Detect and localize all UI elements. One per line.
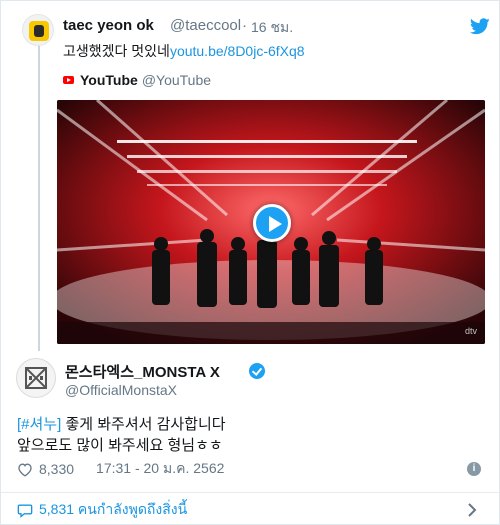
monstax-logo <box>25 367 47 389</box>
embedded-tweet-card: taec yeon ok @taeccool · 16 ชม. 고생했겠다 멋있… <box>0 0 500 525</box>
reply-text-rest: 좋게 봐주셔서 감사합니다 <box>61 416 226 433</box>
thread-connector-line <box>38 45 40 351</box>
reply-text-line-1: [#셔누] 좋게 봐주셔서 감사합니다 <box>17 413 226 434</box>
video-player[interactable]: dtv <box>57 100 485 344</box>
reply-handle[interactable]: @OfficialMonstaX <box>65 382 177 398</box>
conversation-count-text: 5,831 คนกำลังพูดถึงสิ่งนี้ <box>39 501 188 517</box>
info-icon[interactable]: i <box>467 462 481 476</box>
parent-text: 고생했겠다 멋있네 <box>63 43 170 59</box>
parent-tweet[interactable]: taec yeon ok @taeccool · 16 ชม. 고생했겠다 멋있… <box>1 1 499 351</box>
hashtag-link[interactable]: [#셔누] <box>17 416 61 433</box>
chevron-right-icon[interactable] <box>466 502 478 518</box>
broadcaster-watermark: dtv <box>464 326 477 336</box>
conversation-link[interactable]: 5,831 คนกำลังพูดถึงสิ่งนี้ <box>17 500 187 520</box>
reply-meta-row: 8,330 17:31 - 20 ม.ค. 2562 <box>17 460 224 478</box>
play-icon[interactable] <box>253 204 291 242</box>
reply-display-name[interactable]: 몬스타엑스_MONSTA X <box>65 361 220 382</box>
twitter-bird-icon[interactable] <box>470 18 490 35</box>
avatar-taeccool[interactable] <box>22 14 54 46</box>
card-source-handle: @YouTube <box>141 72 212 88</box>
parent-time[interactable]: 16 ชม. <box>251 17 293 39</box>
youtube-icon <box>63 76 74 84</box>
meta-separator: · <box>242 17 247 34</box>
avatar-monstax[interactable] <box>16 358 56 398</box>
heart-icon[interactable] <box>17 462 33 477</box>
youtube-link[interactable]: youtu.be/8D0jc-6fXq8 <box>170 43 305 59</box>
reply-timestamp[interactable]: 17:31 - 20 ม.ค. 2562 <box>96 458 224 480</box>
like-count[interactable]: 8,330 <box>39 461 74 477</box>
link-card-source[interactable]: YouTube @YouTube <box>63 70 211 90</box>
chat-bubble-icon <box>17 504 33 518</box>
verified-badge-icon <box>249 363 265 379</box>
parent-display-name[interactable]: taec yeon ok <box>63 17 154 34</box>
parent-tweet-text: 고생했겠다 멋있네youtu.be/8D0jc-6fXq8 <box>63 41 305 61</box>
parent-handle[interactable]: @taeccool <box>170 17 241 34</box>
footer-divider <box>1 492 499 493</box>
card-source-name: YouTube <box>80 72 138 88</box>
reply-text-line-2: 앞으로도 많이 봐주세요 형님ㅎㅎ <box>17 437 223 454</box>
